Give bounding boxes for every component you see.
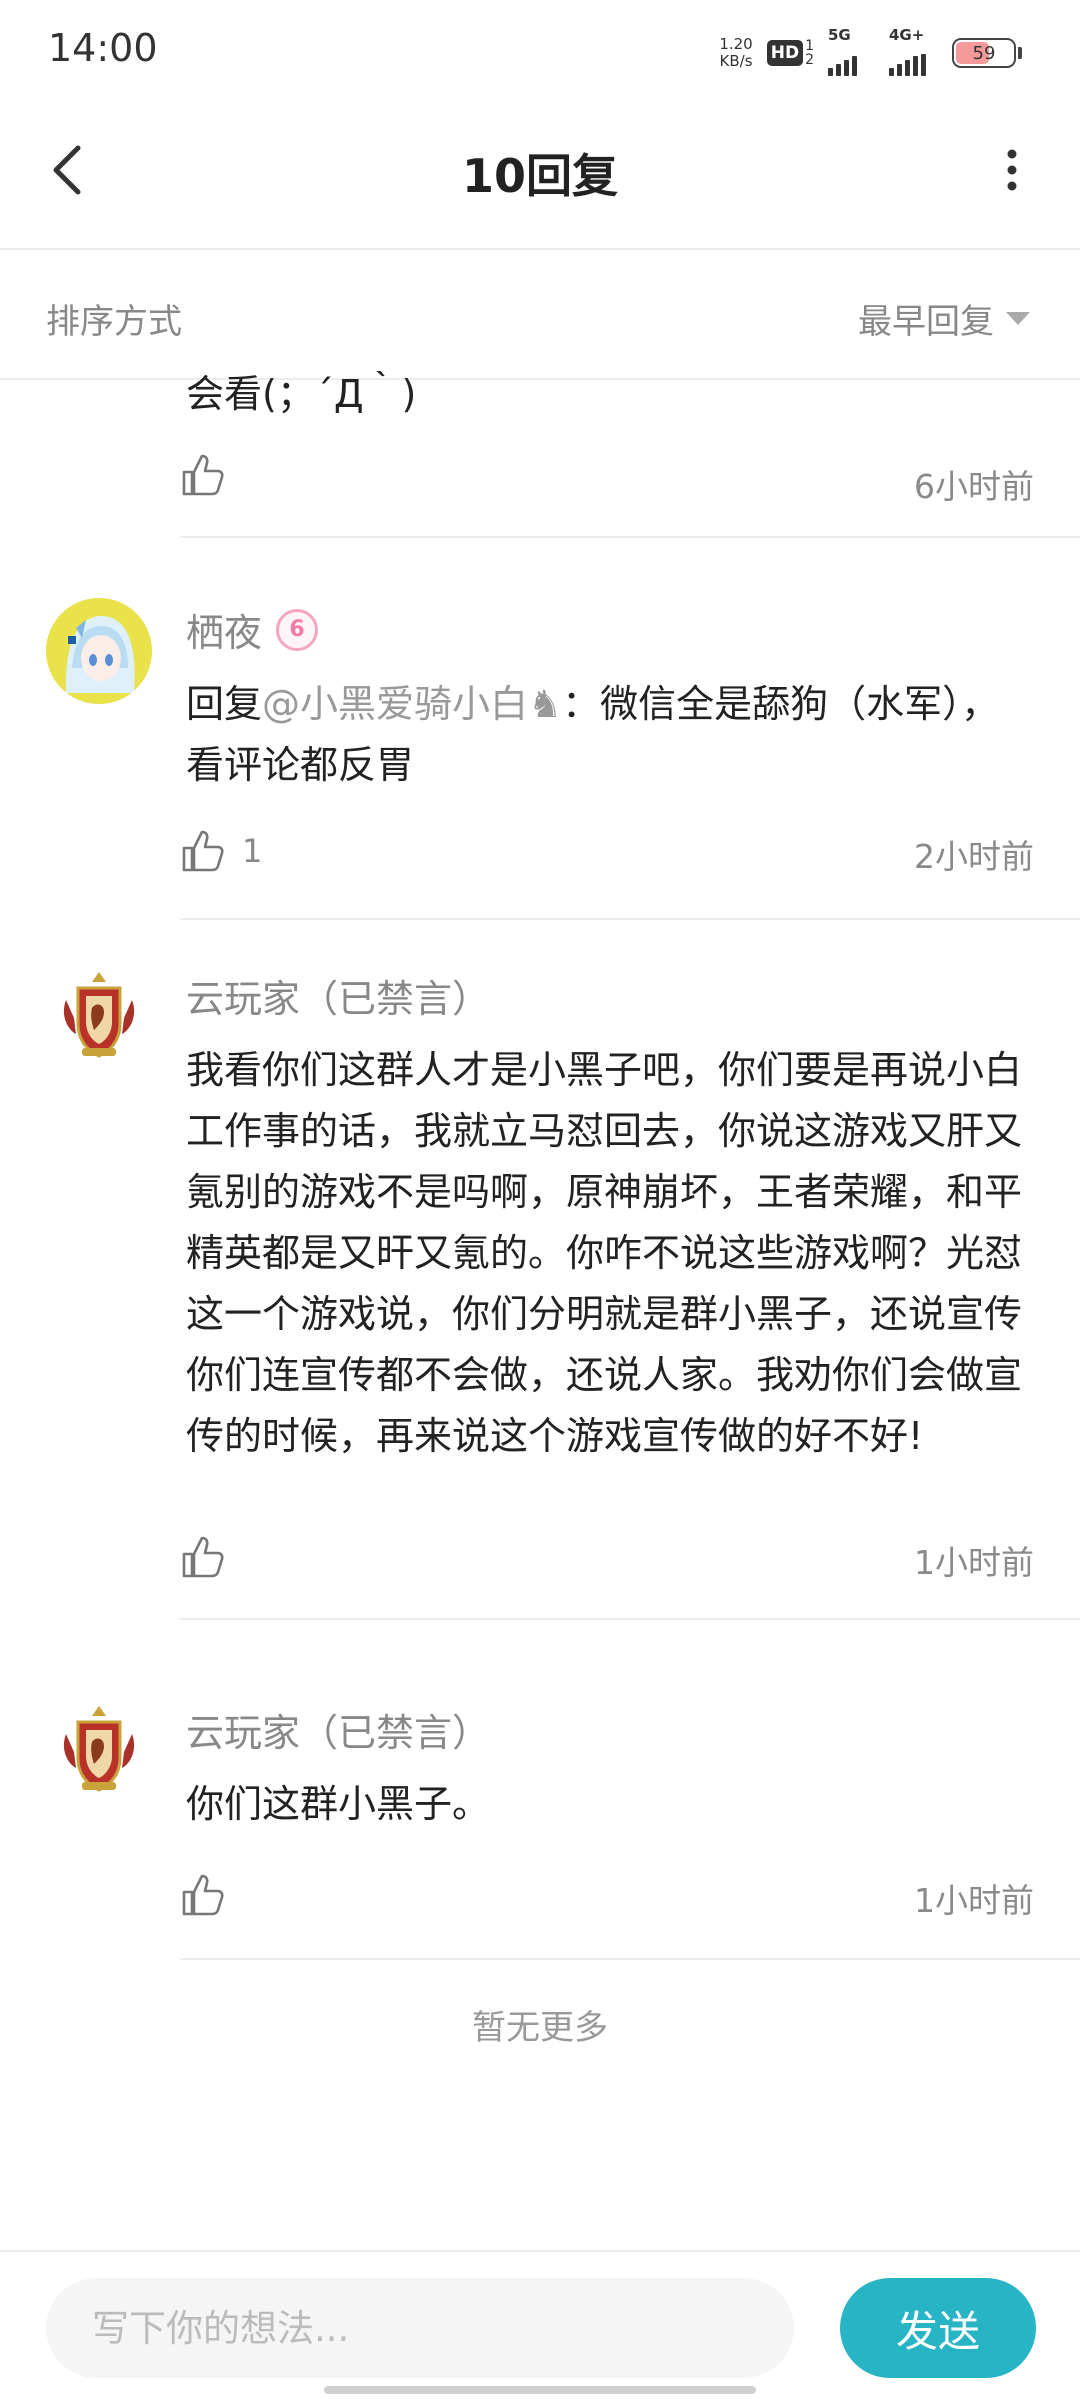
comment-time: 2小时前 bbox=[914, 837, 1034, 876]
comment-time: 1小时前 bbox=[914, 1881, 1034, 1920]
thumbs-up-icon bbox=[182, 830, 224, 872]
battery-icon: 59 bbox=[952, 38, 1016, 68]
network-speed: 1.20 KB/s bbox=[719, 36, 752, 70]
crest-avatar-image bbox=[46, 1698, 152, 1804]
header: 10回复 bbox=[0, 100, 1080, 250]
thumbs-up-icon bbox=[182, 1874, 224, 1916]
comment-body: 你们这群小黑子。 bbox=[186, 1782, 491, 1826]
no-more-text: 暂无更多 bbox=[472, 2008, 608, 2048]
home-indicator[interactable] bbox=[324, 2386, 756, 2394]
reply-prefix: 回复 bbox=[186, 682, 263, 726]
username-text: 云玩家（已禁言） bbox=[186, 1711, 491, 1755]
divider bbox=[180, 1618, 1080, 1620]
sort-dropdown[interactable]: 最早回复 bbox=[858, 294, 1030, 343]
crest-avatar-image bbox=[46, 964, 152, 1070]
page-title: 10回复 bbox=[461, 149, 618, 203]
comment-body: 我看你们这群人才是小黑子吧，你们要是再说小白工作事的话，我就立马怼回去，你说这游… bbox=[186, 1048, 1023, 1458]
more-vertical-icon bbox=[1007, 149, 1017, 191]
comment-input[interactable] bbox=[46, 2278, 794, 2378]
network-4g-label: 4G+ bbox=[889, 26, 925, 44]
like-count: 1 bbox=[242, 832, 263, 870]
sim-2-label: 2 bbox=[805, 52, 814, 68]
username-text: 栖夜 bbox=[186, 611, 263, 655]
avatar[interactable] bbox=[46, 964, 152, 1070]
signal-5g-icon: 5G bbox=[828, 26, 857, 76]
comment-time: 6小时前 bbox=[914, 467, 1034, 506]
thumbs-up-icon bbox=[182, 1536, 224, 1578]
reply-input-bar: 发送 bbox=[0, 2250, 1080, 2400]
avatar[interactable] bbox=[46, 598, 152, 704]
like-button[interactable]: 1 bbox=[180, 828, 262, 874]
status-bar: 14:00 1.20 KB/s HD 1 2 5G 4G+ 59 bbox=[0, 0, 1080, 100]
more-button[interactable] bbox=[1002, 145, 1022, 195]
level-badge: 6 bbox=[276, 608, 319, 651]
username[interactable]: 云玩家（已禁言） bbox=[186, 968, 490, 1023]
avatar[interactable] bbox=[46, 1698, 152, 1804]
hd-label: HD bbox=[766, 40, 804, 66]
like-button[interactable] bbox=[180, 1872, 226, 1918]
username[interactable]: 栖夜 6 bbox=[186, 602, 319, 657]
like-button[interactable] bbox=[180, 1534, 226, 1580]
net-speed-value: 1.20 bbox=[719, 35, 753, 53]
avatar-image bbox=[46, 598, 152, 704]
send-button[interactable]: 发送 bbox=[840, 2278, 1036, 2378]
sort-bar: 排序方式 最早回复 bbox=[0, 250, 1080, 380]
divider bbox=[180, 918, 1080, 920]
sort-selected: 最早回复 bbox=[858, 302, 994, 342]
battery-level: 59 bbox=[972, 42, 996, 64]
comment-body: 会看(；´Д｀) bbox=[186, 372, 417, 416]
like-button[interactable] bbox=[180, 452, 226, 498]
sim-1-label: 1 bbox=[805, 38, 814, 54]
status-time: 14:00 bbox=[48, 26, 158, 70]
thumbs-up-icon bbox=[182, 454, 224, 496]
comment-time: 1小时前 bbox=[914, 1543, 1034, 1582]
sort-label: 排序方式 bbox=[46, 302, 182, 342]
net-speed-unit: KB/s bbox=[719, 52, 753, 70]
hd-voice-icon: HD 1 2 bbox=[766, 39, 814, 67]
username[interactable]: 云玩家（已禁言） bbox=[186, 1702, 490, 1757]
comment-body: 回复@小黑爱骑小白♞：微信全是舔狗（水军），看评论都反胃 bbox=[186, 674, 1036, 796]
username-text: 云玩家（已禁言） bbox=[186, 977, 491, 1021]
caret-down-icon bbox=[1006, 312, 1030, 325]
status-icons: 1.20 KB/s HD 1 2 5G 4G+ 59 bbox=[719, 26, 1022, 76]
divider bbox=[180, 536, 1080, 538]
network-5g-label: 5G bbox=[828, 26, 851, 44]
signal-4g-icon: 4G+ bbox=[889, 26, 926, 76]
hd-sim-indicator: 1 2 bbox=[805, 39, 814, 67]
divider bbox=[180, 1958, 1080, 1960]
battery-tip bbox=[1018, 47, 1022, 59]
mention-link[interactable]: @小黑爱骑小白♞ bbox=[262, 682, 562, 726]
